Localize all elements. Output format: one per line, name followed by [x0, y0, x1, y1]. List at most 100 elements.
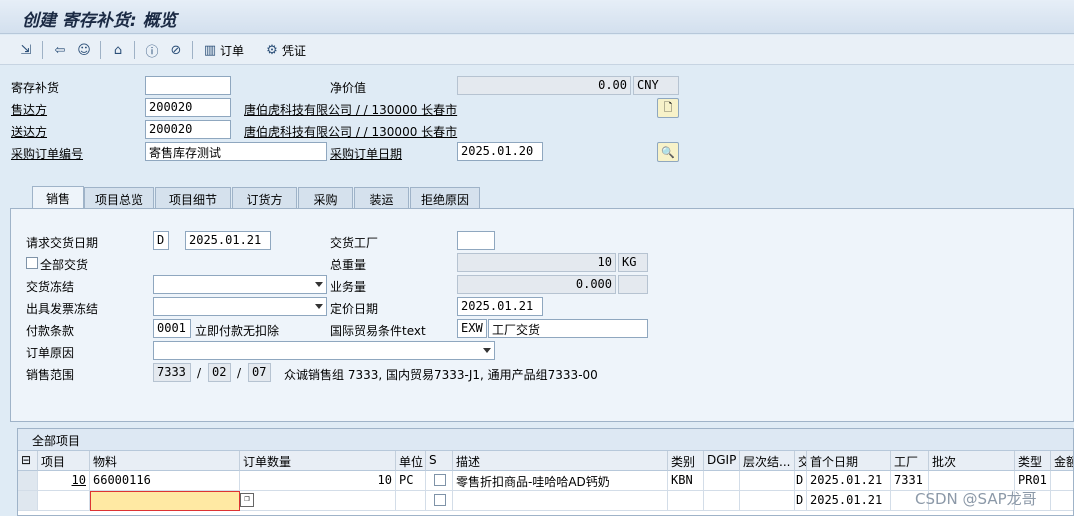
column-header[interactable]: 层次结...: [740, 451, 795, 471]
sales-area-label: 销售范围: [26, 368, 75, 382]
display-icon[interactable]: 🔍: [657, 142, 679, 162]
home-icon[interactable]: ⌂: [108, 40, 128, 60]
billing-block-select[interactable]: [153, 297, 327, 316]
tab-item-overview[interactable]: 项目总览: [84, 187, 154, 208]
tab-ordering-party[interactable]: 订货方: [232, 187, 297, 208]
user-icon[interactable]: ☺: [74, 40, 94, 60]
cell-hier[interactable]: [740, 471, 795, 491]
cell-material[interactable]: 66000116: [90, 471, 240, 491]
complete-delivery-checkbox[interactable]: [26, 257, 38, 269]
volume-unit: [618, 275, 648, 294]
delivery-block-select[interactable]: [153, 275, 327, 294]
plant-input[interactable]: [457, 231, 495, 250]
shipto-name[interactable]: 唐伯虎科技有限公司 / / 130000 长春市: [244, 123, 457, 140]
column-header[interactable]: 类别: [668, 451, 704, 471]
tab-shipping[interactable]: 装运: [354, 187, 409, 208]
document-icon[interactable]: 🗋: [657, 98, 679, 118]
cell-cat[interactable]: [668, 491, 704, 511]
order-reason-label: 订单原因: [26, 346, 75, 360]
cell-amount[interactable]: [1051, 471, 1073, 491]
billing-block-label: 出具发票冻结: [26, 302, 99, 316]
cell-item[interactable]: [38, 491, 90, 511]
tab-item-detail[interactable]: 项目细节: [155, 187, 231, 208]
window-title: 创建 寄存补货: 概览: [22, 11, 177, 31]
tab-sales[interactable]: 销售: [32, 186, 84, 209]
shipto-label[interactable]: 送达方: [11, 123, 47, 140]
cell-item[interactable]: 10: [38, 471, 90, 491]
cell-date[interactable]: 2025.01.21: [807, 471, 891, 491]
tab-rejection-reason[interactable]: 拒绝原因: [410, 187, 480, 208]
volume-label: 业务量: [330, 280, 367, 294]
title-bar: 创建 寄存补货: 概览: [0, 0, 1074, 34]
distribution-channel-field: 02: [208, 363, 231, 382]
column-header[interactable]: 类型: [1015, 451, 1051, 471]
soldto-name[interactable]: 唐伯虎科技有限公司 / / 130000 长春市: [244, 101, 457, 118]
shipto-input[interactable]: 200020: [145, 120, 231, 139]
sales-area-text: 众诚销售组 7333, 国内贸易7333-J1, 通用产品组7333-00: [284, 368, 598, 382]
save-icon[interactable]: ⇲: [16, 40, 36, 60]
column-header[interactable]: 工厂: [891, 451, 929, 471]
cell-date[interactable]: 2025.01.21: [807, 491, 891, 511]
order-button[interactable]: 订单: [220, 42, 244, 59]
incoterms-text-input[interactable]: 工厂交货: [488, 319, 648, 338]
order-reason-select[interactable]: [153, 341, 495, 360]
cancel-icon[interactable]: ⊘: [166, 40, 186, 60]
sales-org-field: 7333: [153, 363, 191, 382]
cell-qty[interactable]: ❐: [240, 491, 396, 511]
po-date-label[interactable]: 采购订单日期: [330, 145, 402, 162]
req-date-type[interactable]: D: [153, 231, 169, 250]
row-selector[interactable]: [18, 491, 38, 511]
column-header[interactable]: 首个日期: [807, 451, 891, 471]
value-help-icon[interactable]: ❐: [240, 493, 254, 507]
delivery-block-label: 交货冻结: [26, 280, 75, 294]
incoterms-input[interactable]: EXW: [457, 319, 487, 338]
cell-amount[interactable]: [1051, 491, 1073, 511]
voucher-button[interactable]: 凭证: [282, 42, 306, 59]
status-checkbox[interactable]: [434, 494, 446, 506]
info-icon[interactable]: ⓘ: [142, 40, 162, 60]
po-number-input[interactable]: 寄售库存测试: [145, 142, 327, 161]
cell-status[interactable]: [426, 471, 453, 491]
division-field: 07: [248, 363, 271, 382]
back-icon[interactable]: ⇦: [50, 40, 70, 60]
row-selector[interactable]: [18, 471, 38, 491]
cell-unit[interactable]: PC: [396, 471, 426, 491]
soldto-label[interactable]: 售达方: [11, 101, 47, 118]
cell-material-input[interactable]: [90, 491, 240, 511]
cell-qty[interactable]: 10: [240, 471, 396, 491]
consign-input[interactable]: [145, 76, 231, 95]
cell-hier[interactable]: [740, 491, 795, 511]
req-date-input[interactable]: 2025.01.21: [185, 231, 271, 250]
tab-purchasing[interactable]: 采购: [298, 187, 353, 208]
cell-del[interactable]: D: [795, 471, 807, 491]
weight-label: 总重量: [330, 258, 367, 272]
status-checkbox[interactable]: [434, 474, 446, 486]
cell-desc[interactable]: [453, 491, 668, 511]
payment-terms-input[interactable]: 0001: [153, 319, 191, 338]
po-number-label[interactable]: 采购订单编号: [11, 145, 83, 162]
column-header[interactable]: 物料: [90, 451, 240, 471]
pricing-date-input[interactable]: 2025.01.21: [457, 297, 543, 316]
column-header[interactable]: 批次: [929, 451, 1015, 471]
column-header[interactable]: 单位: [396, 451, 426, 471]
cell-desc[interactable]: 零售折扣商品-哇哈哈AD钙奶: [453, 471, 668, 491]
column-header[interactable]: DGIP: [704, 451, 740, 471]
cell-cat[interactable]: KBN: [668, 471, 704, 491]
soldto-input[interactable]: 200020: [145, 98, 231, 117]
po-date-input[interactable]: 2025.01.20: [457, 142, 543, 161]
column-header[interactable]: 交: [795, 451, 807, 471]
cell-status[interactable]: [426, 491, 453, 511]
document-icon[interactable]: ⚙: [262, 40, 282, 60]
column-header[interactable]: 金额: [1051, 451, 1073, 471]
cell-dgip[interactable]: [704, 471, 740, 491]
currency-field: CNY: [633, 76, 679, 95]
cell-del[interactable]: D: [795, 491, 807, 511]
cell-unit[interactable]: [396, 491, 426, 511]
column-header[interactable]: 项目: [38, 451, 90, 471]
column-header[interactable]: S: [426, 451, 453, 471]
column-header[interactable]: 描述: [453, 451, 668, 471]
column-header[interactable]: 订单数量: [240, 451, 396, 471]
cell-dgip[interactable]: [704, 491, 740, 511]
row-selector-header[interactable]: ⊟: [18, 451, 38, 471]
orders-icon[interactable]: ▥: [200, 40, 220, 60]
